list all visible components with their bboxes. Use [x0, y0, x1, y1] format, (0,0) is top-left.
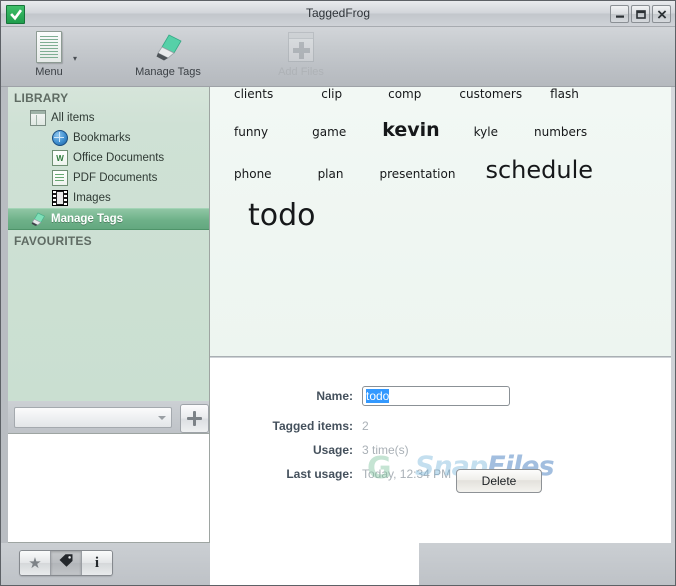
tagged-items-value: 2	[362, 419, 369, 433]
content-area: clients clip comp customers flash funny …	[210, 87, 675, 585]
tag-plan[interactable]: plan	[318, 167, 344, 181]
usage-row: Usage: 3 time(s)	[210, 443, 671, 457]
ribbon-toolbar: ▾ Menu Manage Tags Add Files	[1, 27, 675, 87]
selected-tags-list[interactable]	[8, 433, 210, 543]
info-toggle-button[interactable]: i	[82, 551, 112, 575]
all-items-icon	[30, 110, 46, 126]
menu-button[interactable]: ▾ Menu	[3, 29, 95, 85]
tag-cloud-row: todo	[210, 198, 671, 246]
window-title: TaggedFrog	[305, 6, 371, 20]
taggedfrog-window: TaggedFrog ▾ Menu Manage Tags Add Files …	[0, 0, 676, 586]
sidebar-item-manage-tags[interactable]: Manage Tags	[8, 208, 209, 230]
sidebar-section-library: LIBRARY	[14, 91, 69, 105]
name-label: Name:	[316, 389, 353, 403]
add-files-button: Add Files	[255, 29, 347, 85]
tag-name-input[interactable]	[362, 386, 510, 406]
minimize-button[interactable]	[610, 5, 629, 23]
sidebar-item-label: All items	[51, 112, 95, 124]
sidebar-item-label: PDF Documents	[73, 172, 158, 184]
tagged-items-row: Tagged items: 2	[210, 419, 671, 433]
last-usage-label: Last usage:	[286, 467, 353, 481]
pencil-icon	[122, 29, 214, 65]
globe-icon	[52, 130, 68, 146]
tag-todo[interactable]: todo	[248, 198, 316, 233]
tag-comp[interactable]: comp	[388, 87, 421, 101]
sidebar-item-pdf-documents[interactable]: PDF Documents	[8, 168, 209, 188]
tag-cloud-row: phone plan presentation schedule	[210, 156, 671, 198]
tag-customers[interactable]: customers	[459, 87, 522, 101]
star-icon: ★	[28, 554, 42, 572]
window-controls	[610, 5, 671, 23]
info-icon: i	[94, 554, 100, 571]
menu-button-label: Menu	[35, 66, 63, 78]
add-tag-button[interactable]	[180, 404, 209, 433]
tag-cloud: clients clip comp customers flash funny …	[210, 87, 671, 357]
tag-kyle[interactable]: kyle	[474, 125, 498, 139]
close-button[interactable]	[652, 5, 671, 23]
sidebar-item-office-documents[interactable]: W Office Documents	[8, 148, 209, 168]
name-field-row: Name:	[210, 386, 671, 406]
tag-game[interactable]: game	[312, 125, 346, 139]
chevron-down-icon	[158, 416, 166, 420]
tag-clients[interactable]: clients	[234, 87, 273, 101]
sidebar-item-bookmarks[interactable]: Bookmarks	[8, 128, 209, 148]
chevron-down-icon: ▾	[72, 54, 77, 63]
manage-tags-button[interactable]: Manage Tags	[122, 29, 214, 85]
tag-kevin[interactable]: kevin	[382, 119, 439, 141]
tag-funny[interactable]: funny	[234, 125, 268, 139]
pdf-doc-icon	[52, 170, 68, 186]
sidebar-item-all-items[interactable]: All items	[8, 108, 209, 128]
tag-cloud-row: clients clip comp customers flash	[210, 87, 671, 119]
tag-phone[interactable]: phone	[234, 167, 272, 181]
word-doc-icon: W	[52, 150, 68, 166]
sidebar-item-label: Office Documents	[73, 152, 165, 164]
usage-label: Usage:	[312, 443, 353, 457]
tag-cloud-row: funny game kevin kyle numbers	[210, 119, 671, 156]
sidebar-tree: LIBRARY All items Bookmarks W Office Doc…	[8, 87, 210, 401]
tag-pencil-icon	[30, 212, 46, 226]
sidebar-bottom-bar: ★ i	[1, 543, 210, 585]
tag-flash[interactable]: flash	[550, 87, 579, 101]
maximize-button[interactable]	[631, 5, 650, 23]
sidebar-section-favourites: FAVOURITES	[14, 234, 92, 248]
tag-icon	[58, 553, 74, 573]
manage-tags-label: Manage Tags	[135, 66, 201, 78]
delete-button[interactable]: Delete	[456, 469, 542, 493]
tag-clip[interactable]: clip	[321, 87, 342, 101]
add-files-label: Add Files	[278, 66, 324, 78]
tag-filter-combo[interactable]	[14, 407, 172, 428]
tag-schedule[interactable]: schedule	[485, 156, 593, 184]
film-strip-icon	[52, 190, 68, 206]
bottom-status-strip	[419, 543, 675, 585]
add-file-icon	[255, 29, 347, 65]
last-usage-row: Last usage: Today, 12:34 PM	[210, 467, 671, 481]
document-list-icon: ▾	[3, 29, 95, 65]
usage-value: 3 time(s)	[362, 443, 409, 457]
sidebar-filter-area	[8, 401, 210, 433]
sidebar: LIBRARY All items Bookmarks W Office Doc…	[1, 87, 210, 585]
title-bar: TaggedFrog	[1, 1, 675, 27]
tags-toggle-button[interactable]	[51, 551, 82, 575]
tag-presentation[interactable]: presentation	[379, 167, 455, 181]
sidebar-item-images[interactable]: Images	[8, 188, 209, 208]
sidebar-item-label: Images	[73, 192, 111, 204]
tagged-items-label: Tagged items:	[272, 419, 353, 433]
last-usage-value: Today, 12:34 PM	[362, 467, 452, 481]
main-body: LIBRARY All items Bookmarks W Office Doc…	[1, 87, 675, 585]
favourites-toggle-button[interactable]: ★	[20, 551, 51, 575]
tag-numbers[interactable]: numbers	[534, 125, 587, 139]
view-mode-buttons: ★ i	[19, 550, 113, 576]
sidebar-item-label: Manage Tags	[51, 213, 123, 225]
sidebar-item-label: Bookmarks	[73, 132, 131, 144]
